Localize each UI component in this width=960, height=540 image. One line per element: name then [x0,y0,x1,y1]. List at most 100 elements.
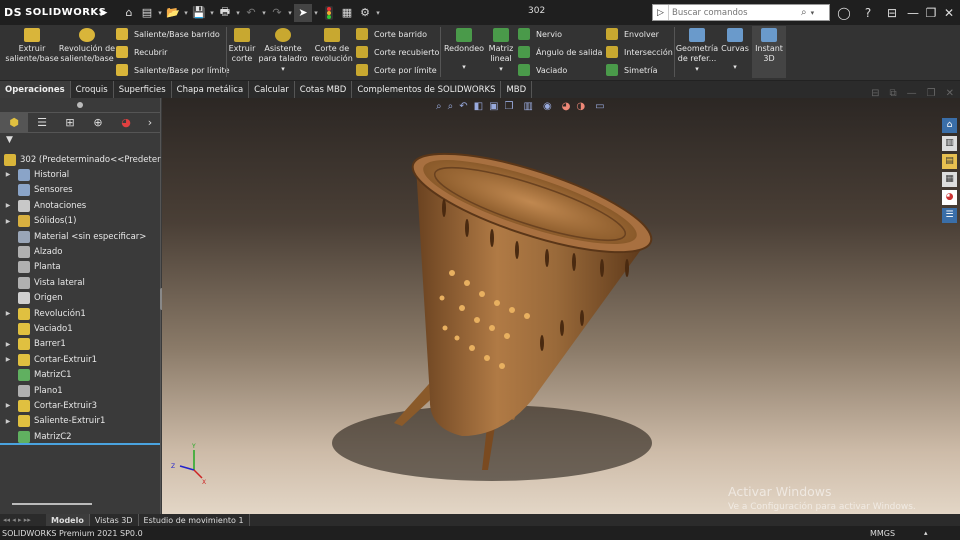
search-box[interactable]: ▷ ⌕ ▾ [652,4,830,21]
tab-cotas-mbd[interactable]: Cotas MBD [295,81,353,98]
corte-recubierto-button[interactable]: Corte recubierto [356,44,439,60]
tree-item[interactable]: Planta [0,260,161,275]
restore-icon[interactable]: ❐ [922,0,940,25]
tab-vistas-3d[interactable]: Vistas 3D [90,514,139,526]
tree-item[interactable]: ▶ Revolución1 [0,306,161,321]
expand-arrow-icon[interactable]: ▶ [4,341,12,348]
redo-dropdown-icon[interactable]: ▾ [286,9,294,17]
expand-arrow-icon[interactable]: ▶ [4,202,12,209]
feature-manager-tab-icon[interactable]: ⬢ [0,112,28,133]
expand-arrow-icon[interactable]: ▶ [4,218,12,225]
extruir-corte-button[interactable]: Extruir corte [228,28,256,64]
part-model[interactable]: Y Z X [162,98,960,514]
print-icon[interactable]: 🖶 [216,4,234,22]
select-cursor-icon[interactable]: ➤ [294,3,312,22]
tree-item[interactable]: ▶ Cortar-Extruir3 [0,398,161,413]
curves-dropdown-icon[interactable]: ▾ [733,62,737,72]
display-manager-tab-icon[interactable]: ◕ [112,113,140,133]
units-dropdown-icon[interactable]: ▴ [924,529,928,537]
geometria-referencia-button[interactable]: Geometría de refer... ▾ [676,28,718,74]
tree-item[interactable]: Material <sin especificar> [0,229,161,244]
dimxpert-tab-icon[interactable]: ⊕ [84,113,112,133]
tab-croquis[interactable]: Croquis [71,81,114,98]
open-dropdown-icon[interactable]: ▾ [182,9,190,17]
search-input[interactable] [669,5,799,20]
options-dropdown-icon[interactable]: ▾ [374,9,382,17]
tab-estudio-movimiento[interactable]: Estudio de movimiento 1 [139,514,250,526]
help-icon[interactable]: ? [858,0,878,25]
tree-item[interactable]: ▶ Anotaciones [0,198,161,213]
hole-wizard-dropdown-icon[interactable]: ▾ [281,64,285,74]
tree-item[interactable]: Alzado [0,244,161,259]
redondeo-button[interactable]: Redondeo ▾ [442,28,486,72]
corte-limite-button[interactable]: Corte por límite [356,62,437,78]
saliente-barrido-button[interactable]: Saliente/Base barrido [116,26,220,42]
new-dropdown-icon[interactable]: ▾ [156,9,164,17]
instant3d-button[interactable]: Instant 3D [752,26,786,78]
close-icon[interactable]: ✕ [940,0,958,25]
print-dropdown-icon[interactable]: ▾ [234,9,242,17]
tree-item[interactable]: Sensores [0,183,161,198]
saliente-limite-button[interactable]: Saliente/Base por límite [116,62,230,78]
tree-item[interactable]: ▶ Sólidos(1) [0,214,161,229]
menu-expand-icon[interactable]: ▶ [100,8,108,18]
tree-item[interactable]: Vaciado1 [0,321,161,336]
options-gear-icon[interactable]: ⚙ [356,4,374,22]
tab-calcular[interactable]: Calcular [249,81,295,98]
matriz-lineal-button[interactable]: Matriz lineal ▾ [486,28,516,74]
rebuild-traffic-light-icon[interactable] [320,4,338,22]
user-account-icon[interactable]: ◯ [834,0,854,25]
reference-dropdown-icon[interactable]: ▾ [695,64,699,74]
tree-root[interactable]: 302 (Predeterminado<<Predeterminado> [0,152,161,167]
units-text[interactable]: MMGS [870,529,895,538]
tab-nav-icons[interactable]: ◂◂ ◂ ▸ ▸▸ [0,516,46,524]
expand-arrow-icon[interactable]: ▶ [4,418,12,425]
interseccion-button[interactable]: Intersección [606,44,673,60]
nervio-button[interactable]: Nervio [518,26,562,42]
tab-modelo[interactable]: Modelo [46,514,90,526]
pattern-dropdown-icon[interactable]: ▾ [499,64,503,74]
tree-item[interactable]: MatrizC1 [0,368,161,383]
save-dropdown-icon[interactable]: ▾ [208,9,216,17]
new-document-icon[interactable]: ▤ [138,4,156,22]
open-folder-icon[interactable]: 📂 [164,4,182,22]
tree-item[interactable]: ▶ Historial [0,167,161,182]
save-icon[interactable]: 💾 [190,4,208,22]
panel-grip[interactable] [0,98,160,113]
asistente-taladro-button[interactable]: Asistente para taladro ▾ [258,28,308,74]
redo-icon[interactable]: ↷ [268,4,286,22]
expand-arrow-icon[interactable]: ▶ [4,356,12,363]
tab-chapa-metalica[interactable]: Chapa metálica [172,81,250,98]
envolver-button[interactable]: Envolver [606,26,659,42]
tree-rollback-bar[interactable] [0,442,160,445]
home-icon[interactable]: ⌂ [120,4,138,22]
configuration-manager-tab-icon[interactable]: ⊞ [56,113,84,133]
collapse-panel-icon[interactable]: ⊟ [882,0,902,25]
tab-superficies[interactable]: Superficies [114,81,172,98]
angulo-salida-button[interactable]: Ángulo de salida [518,44,602,60]
undo-dropdown-icon[interactable]: ▾ [260,9,268,17]
horizontal-scrollbar[interactable] [12,503,92,505]
tree-item[interactable]: Vista lateral [0,275,161,290]
vaciado-button[interactable]: Vaciado [518,62,567,78]
search-icon[interactable]: ⌕ [801,7,807,18]
recubrir-button[interactable]: Recubrir [116,44,167,60]
expand-arrow-icon[interactable]: ▶ [4,171,12,178]
simetria-button[interactable]: Simetría [606,62,658,78]
filter-icon[interactable]: ▼ [0,133,160,147]
expand-arrow-icon[interactable]: ▶ [4,310,12,317]
expand-arrow-icon[interactable]: ▶ [4,402,12,409]
revolucion-saliente-button[interactable]: Revolución de saliente/base [59,28,115,64]
app-logo[interactable]: DS SOLIDWORKS [0,0,106,25]
extruir-saliente-button[interactable]: Extruir saliente/base [4,28,60,64]
tab-mbd[interactable]: MBD [501,81,533,98]
file-properties-icon[interactable]: ▦ [338,4,356,22]
fillet-dropdown-icon[interactable]: ▾ [462,62,466,72]
curvas-button[interactable]: Curvas ▾ [720,28,750,72]
corte-barrido-button[interactable]: Corte barrido [356,26,427,42]
tree-item[interactable]: ▶ Cortar-Extruir1 [0,352,161,367]
tree-item[interactable]: Plano1 [0,383,161,398]
tree-item[interactable]: ▶ Saliente-Extruir1 [0,414,161,429]
graphics-area[interactable]: ⌕ ⌕ ↶ ◧ ▣ ❒ ▥ ◉ ◕ ◑ ▭ ⊟ ⧉ — ❐ ✕ ⌂ ▥ ▤ ▦ … [162,88,960,514]
tab-complementos[interactable]: Complementos de SOLIDWORKS [352,81,502,98]
